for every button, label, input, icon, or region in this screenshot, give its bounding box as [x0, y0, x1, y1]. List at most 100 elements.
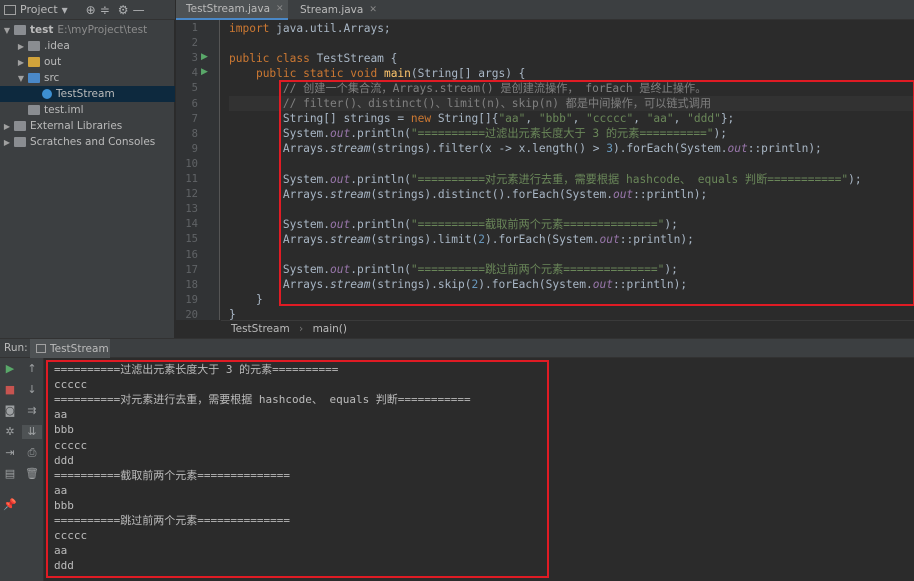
- tree-item-label: src: [44, 72, 60, 84]
- breadcrumb: TestStream › main(): [221, 320, 914, 337]
- down-arrow-icon[interactable]: ↓: [22, 383, 42, 397]
- console-icon: [36, 344, 46, 353]
- breadcrumb-method[interactable]: main(): [313, 323, 347, 335]
- tree-item[interactable]: ▶ .idea: [0, 38, 175, 54]
- tree-item-label: Scratches and Consoles: [30, 136, 156, 148]
- project-path: E:\myProject\test: [57, 24, 148, 36]
- chevron-right-icon[interactable]: ▶: [2, 122, 12, 131]
- line-number: 17: [185, 263, 198, 276]
- collapse-icon[interactable]: ≑: [100, 0, 110, 20]
- chevron-down-icon[interactable]: ▼: [16, 74, 26, 83]
- line-number: 15: [185, 233, 198, 246]
- code-line: import java.util.Arrays;: [229, 22, 391, 35]
- line-number: 16: [185, 248, 198, 261]
- debug-icon[interactable]: ✲: [0, 425, 20, 439]
- breadcrumb-class[interactable]: TestStream: [231, 323, 290, 335]
- line-number: 10: [185, 157, 198, 170]
- line-number: 19: [185, 293, 198, 306]
- output-highlight-box: [46, 360, 549, 578]
- class-icon: [42, 89, 52, 99]
- console-output[interactable]: ==========过滤出元素长度大于 3 的元素========== ccccc…: [44, 358, 914, 581]
- run-gutter-icon[interactable]: ▶: [201, 67, 208, 77]
- run-toolbar: ▶ ↑ ■ ↓ ◙ ⇉ ✲ ⇊ ⇥ ⎙ ▤ 🗑 📌: [0, 358, 44, 581]
- line-number: 6: [191, 97, 198, 110]
- run-gutter-icon[interactable]: ▶: [201, 52, 208, 62]
- tree-item-label: out: [44, 56, 62, 68]
- code-line: public static void main(String[] args) {: [255, 67, 526, 80]
- tree-item-label: .idea: [44, 40, 70, 52]
- run-label: Run:: [4, 342, 28, 354]
- tab-stream[interactable]: Stream.java ✕: [290, 0, 382, 20]
- rerun-icon[interactable]: ▶: [0, 362, 20, 376]
- up-arrow-icon[interactable]: ↑: [22, 362, 42, 376]
- tree-item[interactable]: ▶ External Libraries: [0, 118, 175, 134]
- chevron-right-icon[interactable]: ▶: [2, 138, 12, 147]
- tree-item[interactable]: TestStream: [0, 86, 175, 102]
- tab-label: Stream.java: [300, 4, 364, 16]
- close-icon[interactable]: ✕: [369, 5, 377, 15]
- line-number: 18: [185, 278, 198, 291]
- line-number: 1: [191, 22, 198, 34]
- run-tab[interactable]: TestStream: [30, 339, 110, 358]
- file-icon: [28, 105, 40, 115]
- line-number: 20: [185, 308, 198, 321]
- tree-item[interactable]: ▶ Scratches and Consoles: [0, 134, 175, 150]
- folder-icon: [14, 25, 26, 35]
- folder-icon: [28, 41, 40, 51]
- target-icon[interactable]: ⊕: [86, 0, 96, 20]
- chevron-right-icon[interactable]: ▶: [16, 58, 26, 67]
- gear-icon[interactable]: ⚙: [118, 0, 129, 20]
- folder-icon: [28, 57, 40, 67]
- print-icon[interactable]: ⎙: [22, 446, 42, 460]
- code-line: }: [229, 293, 263, 306]
- line-number: 3: [191, 52, 198, 65]
- tree-item-label: External Libraries: [30, 120, 123, 132]
- folder-icon: [28, 73, 40, 83]
- scroll-to-end-icon[interactable]: ⇊: [22, 425, 42, 439]
- tab-label: TestStream.java: [186, 3, 271, 15]
- line-number: 12: [185, 188, 198, 201]
- run-tab-label: TestStream: [50, 342, 109, 355]
- line-number: 13: [185, 203, 198, 216]
- line-number: 11: [185, 173, 198, 185]
- chevron-right-icon[interactable]: ▶: [16, 42, 26, 51]
- tab-teststream[interactable]: TestStream.java ✕: [176, 0, 288, 20]
- tree-item-label: test: [30, 24, 54, 36]
- tree-item[interactable]: test.iml: [0, 102, 175, 118]
- line-number: 5: [191, 82, 198, 95]
- tree-item[interactable]: ▼ src: [0, 70, 175, 86]
- chevron-down-icon[interactable]: ▼: [2, 26, 12, 35]
- tree-item-label: test.iml: [44, 104, 84, 116]
- code-line: }: [229, 308, 236, 320]
- tree-item[interactable]: ▶ out: [0, 54, 175, 70]
- editor-tabs: TestStream.java ✕ Stream.java ✕: [176, 0, 914, 20]
- soft-wrap-icon[interactable]: ⇉: [22, 404, 42, 418]
- line-number: 7: [191, 112, 198, 125]
- project-view-icon[interactable]: [4, 4, 16, 15]
- camera-icon[interactable]: ◙: [0, 404, 20, 418]
- editor-gutter: 1234567891011121314151617181920▶▶●: [176, 20, 243, 321]
- trash-icon[interactable]: 🗑: [22, 467, 42, 481]
- layout-icon[interactable]: ▤: [0, 467, 20, 481]
- stop-icon[interactable]: ■: [0, 383, 20, 397]
- line-number: 14: [185, 218, 198, 231]
- dropdown-arrow-icon[interactable]: ▾: [62, 0, 68, 20]
- line-number: 8: [191, 127, 198, 140]
- code-editor[interactable]: import java.util.Arrays; public class Te…: [221, 20, 914, 320]
- project-panel: Project ▾ ⊕ ≑ ⚙ — ▼ test E:\myProject\test…: [0, 0, 175, 340]
- tree-item[interactable]: ▼ test E:\myProject\test: [0, 22, 175, 38]
- folder-icon: [14, 121, 26, 131]
- line-number: 2: [191, 37, 198, 50]
- close-icon[interactable]: ✕: [276, 4, 284, 14]
- code-line: public class TestStream {: [229, 52, 398, 65]
- project-panel-header: Project ▾ ⊕ ≑ ⚙ —: [0, 0, 175, 20]
- chevron-right-icon: ›: [299, 323, 304, 335]
- run-panel-header: Run: TestStream: [0, 338, 914, 358]
- exit-icon[interactable]: ⇥: [0, 446, 20, 460]
- tree-item-label: TestStream: [56, 88, 115, 100]
- project-view-title[interactable]: Project: [20, 3, 58, 16]
- pin-icon[interactable]: 📌: [0, 498, 20, 512]
- code-highlight-box: [279, 80, 914, 306]
- line-number: 9: [191, 142, 198, 155]
- hide-panel-icon[interactable]: —: [133, 0, 145, 20]
